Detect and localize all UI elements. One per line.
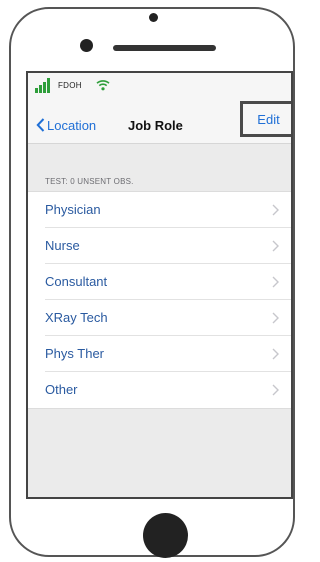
list-item-physician[interactable]: Physician	[28, 192, 291, 228]
chevron-right-icon	[272, 204, 279, 216]
camera-icon	[149, 13, 158, 22]
list-item-label: Consultant	[45, 274, 108, 289]
signal-bars-icon	[35, 77, 53, 93]
home-button[interactable]	[143, 513, 188, 558]
chevron-right-icon	[272, 240, 279, 252]
page-title: Job Role	[128, 118, 183, 133]
list-item-phys-ther[interactable]: Phys Ther	[28, 336, 291, 372]
list-item-label: Other	[45, 382, 78, 397]
list-item-xray-tech[interactable]: XRay Tech	[28, 300, 291, 336]
job-role-list: Physician Nurse Consultant XRay Tech Phy…	[28, 191, 291, 409]
phone-screen: FDOH Location Job Role Edit TEST: 0 UNSE…	[26, 71, 293, 499]
list-item-other[interactable]: Other	[28, 372, 291, 408]
chevron-right-icon	[272, 312, 279, 324]
chevron-right-icon	[272, 276, 279, 288]
chevron-right-icon	[272, 384, 279, 396]
list-item-label: Physician	[45, 202, 101, 217]
section-header: TEST: 0 UNSENT OBS.	[45, 177, 134, 186]
list-item-label: Nurse	[45, 238, 80, 253]
back-button-label: Location	[47, 117, 97, 133]
front-sensor-icon	[80, 39, 93, 52]
list-item-consultant[interactable]: Consultant	[28, 264, 291, 300]
edit-button[interactable]: Edit	[240, 101, 291, 137]
list-item-label: XRay Tech	[45, 310, 108, 325]
list-item-label: Phys Ther	[45, 346, 105, 361]
carrier-name: FDOH	[58, 81, 82, 90]
list-item-nurse[interactable]: Nurse	[28, 228, 291, 264]
chevron-left-icon	[36, 118, 45, 132]
wifi-icon	[96, 80, 110, 91]
chevron-right-icon	[272, 348, 279, 360]
speaker-grille	[113, 45, 216, 51]
back-button[interactable]: Location	[36, 116, 96, 134]
